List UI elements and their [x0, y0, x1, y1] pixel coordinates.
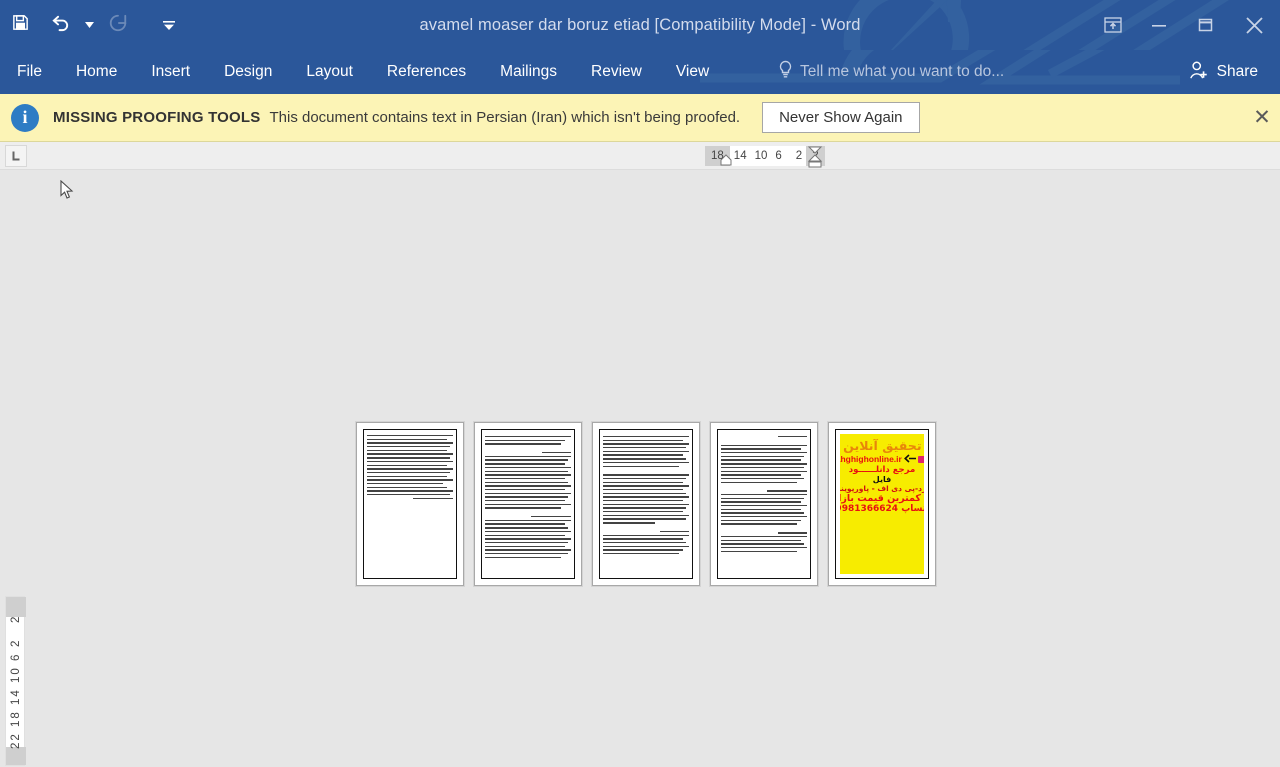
tell-me-placeholder: Tell me what you want to do...	[800, 63, 1004, 81]
vruler-number: 22	[10, 732, 22, 749]
page-thumbnails: تحقیق آنلاین Tahghighonline.ir مرجع دانل…	[356, 422, 936, 586]
window-controls	[1090, 0, 1280, 50]
redo-icon	[108, 13, 128, 38]
lightbulb-icon	[778, 60, 793, 84]
page-thumbnail-3[interactable]	[592, 422, 700, 586]
left-tab-icon	[10, 150, 22, 162]
tab-insert[interactable]: Insert	[134, 50, 207, 94]
vruler-number: 14	[10, 688, 22, 705]
page-thumbnail-2[interactable]	[474, 422, 582, 586]
tell-me-search[interactable]: Tell me what you want to do...	[778, 50, 1004, 94]
ad-whatsapp-contact: 09981366624 واتساپ	[840, 505, 924, 514]
ad-content: تحقیق آنلاین Tahghighonline.ir مرجع دانل…	[840, 434, 924, 574]
undo-icon	[50, 12, 71, 38]
customize-qat-button[interactable]	[160, 5, 178, 45]
page-thumbnail-4[interactable]	[710, 422, 818, 586]
page-text-block	[721, 436, 807, 554]
ad-url-text: Tahghighonline.ir	[840, 454, 902, 464]
save-icon	[11, 13, 30, 37]
document-canvas[interactable]: 22 18 14 10 6 2 2	[0, 176, 1280, 720]
undo-dropdown-button[interactable]	[80, 5, 98, 45]
page-text-block	[485, 436, 571, 560]
vruler-number: 10	[10, 666, 22, 683]
never-show-again-button[interactable]: Never Show Again	[762, 102, 919, 133]
page-thumbnail-1[interactable]	[356, 422, 464, 586]
ad-website-url: Tahghighonline.ir	[840, 454, 924, 465]
missing-proofing-tools-bar: i MISSING PROOFING TOOLS This document c…	[0, 94, 1280, 142]
close-button[interactable]	[1228, 0, 1280, 50]
ad-formats: ورد-پی دی اف - پاورپوینت	[840, 485, 924, 493]
close-notification-icon[interactable]: ✕	[1244, 100, 1280, 136]
arrow-left-icon	[904, 454, 916, 465]
save-button[interactable]	[0, 5, 40, 45]
document-title: avamel moaser dar boruz etiad [Compatibi…	[0, 0, 1280, 50]
tab-references[interactable]: References	[370, 50, 483, 94]
page-thumbnail-5[interactable]: تحقیق آنلاین Tahghighonline.ir مرجع دانل…	[828, 422, 936, 586]
chevron-down-icon	[163, 21, 175, 30]
tab-view[interactable]: View	[659, 50, 726, 94]
chevron-down-icon	[85, 22, 94, 28]
tab-mailings[interactable]: Mailings	[483, 50, 574, 94]
ribbon-tabs: File Home Insert Design Layout Reference…	[0, 50, 726, 94]
tab-home[interactable]: Home	[59, 50, 134, 94]
ad-price-claim: با کمترین قیمت بازار	[840, 494, 924, 504]
undo-button[interactable]	[40, 5, 80, 45]
ad-social-icons	[918, 456, 924, 463]
title-bar-watermark	[0, 0, 1280, 50]
close-icon	[1245, 16, 1264, 35]
indent-markers[interactable]	[705, 142, 835, 170]
vruler-number: 6	[10, 653, 22, 661]
share-label: Share	[1217, 63, 1258, 81]
share-button[interactable]: Share	[1181, 50, 1266, 94]
page-text-block	[603, 436, 689, 557]
title-bar: avamel moaser dar boruz etiad [Compatibi…	[0, 0, 1280, 50]
vertical-ruler-numbers: 22 18 14 10 6 2 2	[6, 597, 26, 767]
notification-message: This document contains text in Persian (…	[269, 109, 740, 126]
vruler-number: 2	[10, 639, 22, 647]
ad-brand-title: تحقیق آنلاین	[843, 440, 921, 453]
ribbon-tab-bar: File Home Insert Design Layout Reference…	[0, 50, 1280, 94]
mouse-pointer	[60, 180, 74, 200]
tab-layout[interactable]: Layout	[289, 50, 370, 94]
redo-button[interactable]	[98, 5, 138, 45]
horizontal-ruler[interactable]: 18 14 10 6 2 2	[0, 142, 1280, 170]
tab-review[interactable]: Review	[574, 50, 659, 94]
quick-access-toolbar	[0, 0, 178, 50]
info-icon: i	[11, 104, 39, 132]
ribbon-display-icon	[1104, 17, 1122, 33]
tab-design[interactable]: Design	[207, 50, 289, 94]
notification-title: MISSING PROOFING TOOLS	[53, 109, 260, 126]
ad-subject: فایل	[873, 476, 891, 484]
restore-icon	[1198, 18, 1213, 33]
ad-page-border: تحقیق آنلاین Tahghighonline.ir مرجع دانل…	[835, 429, 929, 579]
tab-stop-selector[interactable]	[5, 145, 27, 167]
page-text-block	[367, 435, 453, 501]
vruler-number: 18	[10, 710, 22, 727]
tab-file[interactable]: File	[0, 50, 59, 94]
ribbon-display-options-button[interactable]	[1090, 0, 1136, 50]
minimize-icon	[1151, 19, 1167, 31]
ad-tagline: مرجع دانلــــــود	[849, 466, 916, 475]
person-add-icon	[1189, 60, 1209, 85]
vruler-number: 2	[10, 615, 22, 623]
vertical-ruler[interactable]: 22 18 14 10 6 2 2	[5, 596, 25, 766]
restore-button[interactable]	[1182, 0, 1228, 50]
minimize-button[interactable]	[1136, 0, 1182, 50]
